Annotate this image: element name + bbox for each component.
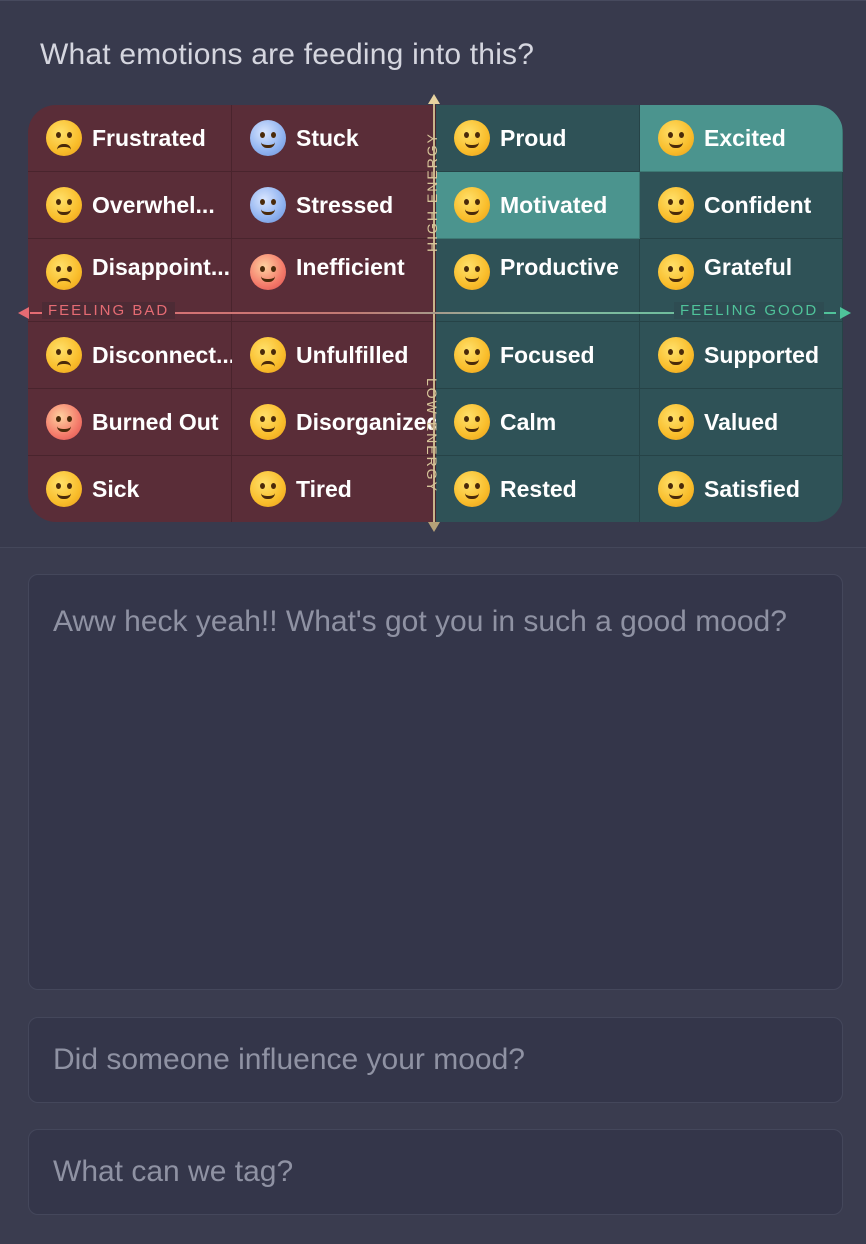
cold-face-icon	[250, 120, 286, 156]
emotion-label: Unfulfilled	[296, 341, 409, 368]
monocle-face-icon	[454, 337, 490, 373]
emotion-label: Productive	[500, 254, 619, 280]
tag-field	[28, 1129, 843, 1215]
emotion-label: Stuck	[296, 124, 359, 151]
emotion-option-proud[interactable]: Proud	[436, 105, 640, 172]
grinning-face-icon	[454, 187, 490, 223]
emotion-option-inefficient[interactable]: Inefficient	[232, 239, 436, 322]
emotion-option-burned-out[interactable]: Burned Out	[28, 389, 232, 456]
emotion-label: Disconnect...	[92, 341, 236, 368]
emotion-option-calm[interactable]: Calm	[436, 389, 640, 456]
hugging-face-icon	[658, 404, 694, 440]
journal-box	[28, 574, 843, 990]
emotion-label: Inefficient	[296, 254, 405, 280]
emotion-label: Disappoint...	[92, 254, 230, 280]
emotion-label: Disorganized	[296, 408, 441, 435]
woozy-face-icon	[250, 404, 286, 440]
emotion-option-overwhel[interactable]: Overwhel...	[28, 172, 232, 239]
feeling-good-label: FEELING GOOD	[674, 302, 825, 319]
feeling-bad-arrow-icon	[18, 307, 29, 319]
tired-face-icon	[46, 187, 82, 223]
emotion-option-sick[interactable]: Sick	[28, 456, 232, 522]
influence-field	[28, 1017, 843, 1103]
emotion-label: Excited	[704, 124, 786, 151]
emotion-label: Proud	[500, 124, 567, 151]
emotion-prompt: What emotions are feeding into this?	[40, 38, 535, 71]
emotion-option-focused[interactable]: Focused	[436, 322, 640, 389]
emotion-option-valued[interactable]: Valued	[640, 389, 843, 456]
sneezing-face-icon	[46, 471, 82, 507]
dizzy-face-icon	[250, 254, 286, 290]
emotion-option-supported[interactable]: Supported	[640, 322, 843, 389]
hot-face-icon	[46, 404, 82, 440]
pleading-face-icon	[46, 337, 82, 373]
emotion-label: Burned Out	[92, 408, 219, 435]
emotion-label: Overwhel...	[92, 191, 215, 218]
journal-textarea[interactable]	[53, 603, 818, 961]
content-face-icon	[454, 471, 490, 507]
emotion-label: Frustrated	[92, 124, 206, 151]
smiling-hearts-face-icon	[658, 337, 694, 373]
high-energy-label: HIGH ENERGY	[424, 131, 440, 252]
emotion-option-tired[interactable]: Tired	[232, 456, 436, 522]
feeling-good-arrow-icon	[840, 307, 851, 319]
emotion-label: Focused	[500, 341, 595, 368]
emotion-option-unfulfilled[interactable]: Unfulfilled	[232, 322, 436, 389]
emotion-option-stressed[interactable]: Stressed	[232, 172, 436, 239]
low-energy-arrow-icon	[428, 522, 440, 532]
sunglasses-face-icon	[658, 187, 694, 223]
emotion-option-rested[interactable]: Rested	[436, 456, 640, 522]
emotion-option-excited[interactable]: Excited	[640, 105, 843, 172]
relieved-face-icon	[454, 404, 490, 440]
emotion-option-motivated[interactable]: Motivated	[436, 172, 640, 239]
emotion-option-disorganized[interactable]: Disorganized	[232, 389, 440, 456]
emotion-option-productive[interactable]: Productive	[436, 239, 640, 322]
feeling-bad-label: FEELING BAD	[42, 302, 176, 319]
heart-eyes-face-icon	[658, 254, 694, 290]
smiling-face-icon	[454, 120, 490, 156]
emotion-option-satisfied[interactable]: Satisfied	[640, 456, 843, 522]
tag-input[interactable]	[53, 1155, 818, 1189]
beaming-face-icon	[454, 254, 490, 290]
emotion-label: Confident	[704, 191, 812, 218]
influence-input[interactable]	[53, 1043, 818, 1077]
emotion-option-confident[interactable]: Confident	[640, 172, 843, 239]
emotion-label: Supported	[704, 341, 819, 368]
emotion-label: Satisfied	[704, 475, 800, 502]
emotion-label: Stressed	[296, 191, 394, 218]
low-energy-label: LOW ENERGY	[424, 378, 440, 493]
yawning-face-icon	[250, 471, 286, 507]
emotion-label: Valued	[704, 408, 779, 435]
star-struck-face-icon	[658, 120, 694, 156]
frowning-face-icon	[250, 337, 286, 373]
emotion-option-frustrated[interactable]: Frustrated	[28, 105, 232, 172]
yum-face-icon	[658, 471, 694, 507]
fearful-face-icon	[250, 187, 286, 223]
emotion-label: Tired	[296, 475, 352, 502]
high-energy-arrow-icon	[428, 94, 440, 104]
emotion-label: Sick	[92, 475, 140, 502]
emotion-label: Calm	[500, 408, 557, 435]
emotion-label: Grateful	[704, 254, 793, 280]
emotion-option-disconnect[interactable]: Disconnect...	[28, 322, 236, 389]
frustrated-face-icon	[46, 120, 82, 156]
emotion-label: Rested	[500, 475, 577, 502]
disappointed-face-icon	[46, 254, 82, 290]
emotion-label: Motivated	[500, 191, 608, 218]
emotion-option-stuck[interactable]: Stuck	[232, 105, 436, 172]
